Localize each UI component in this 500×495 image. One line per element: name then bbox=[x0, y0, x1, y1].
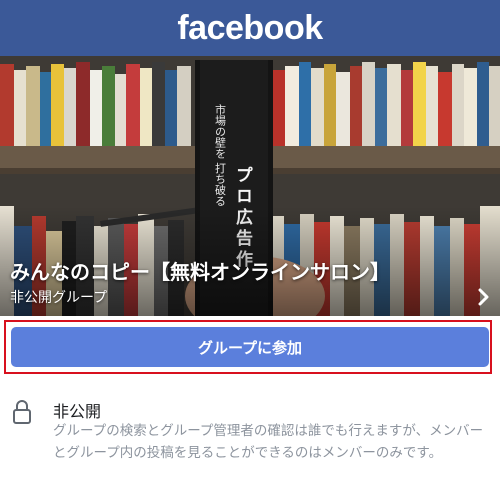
group-privacy-label: 非公開グループ bbox=[10, 290, 108, 306]
lock-icon bbox=[13, 400, 31, 424]
join-group-button[interactable]: グループに参加 bbox=[11, 327, 489, 367]
group-name: みんなのコピー【無料オンラインサロン】 bbox=[10, 260, 390, 284]
top-bar: facebook bbox=[0, 0, 500, 56]
book-spine-subtitle: 市場の壁を 打ち破る bbox=[214, 103, 227, 207]
privacy-heading: 非公開 bbox=[53, 402, 102, 421]
privacy-description: グループの検索とグループ管理者の確認は誰でも行えますが、メンバーとグループ内の投… bbox=[53, 423, 484, 461]
chevron-right-icon[interactable] bbox=[474, 288, 492, 306]
facebook-logo[interactable]: facebook bbox=[177, 9, 323, 48]
